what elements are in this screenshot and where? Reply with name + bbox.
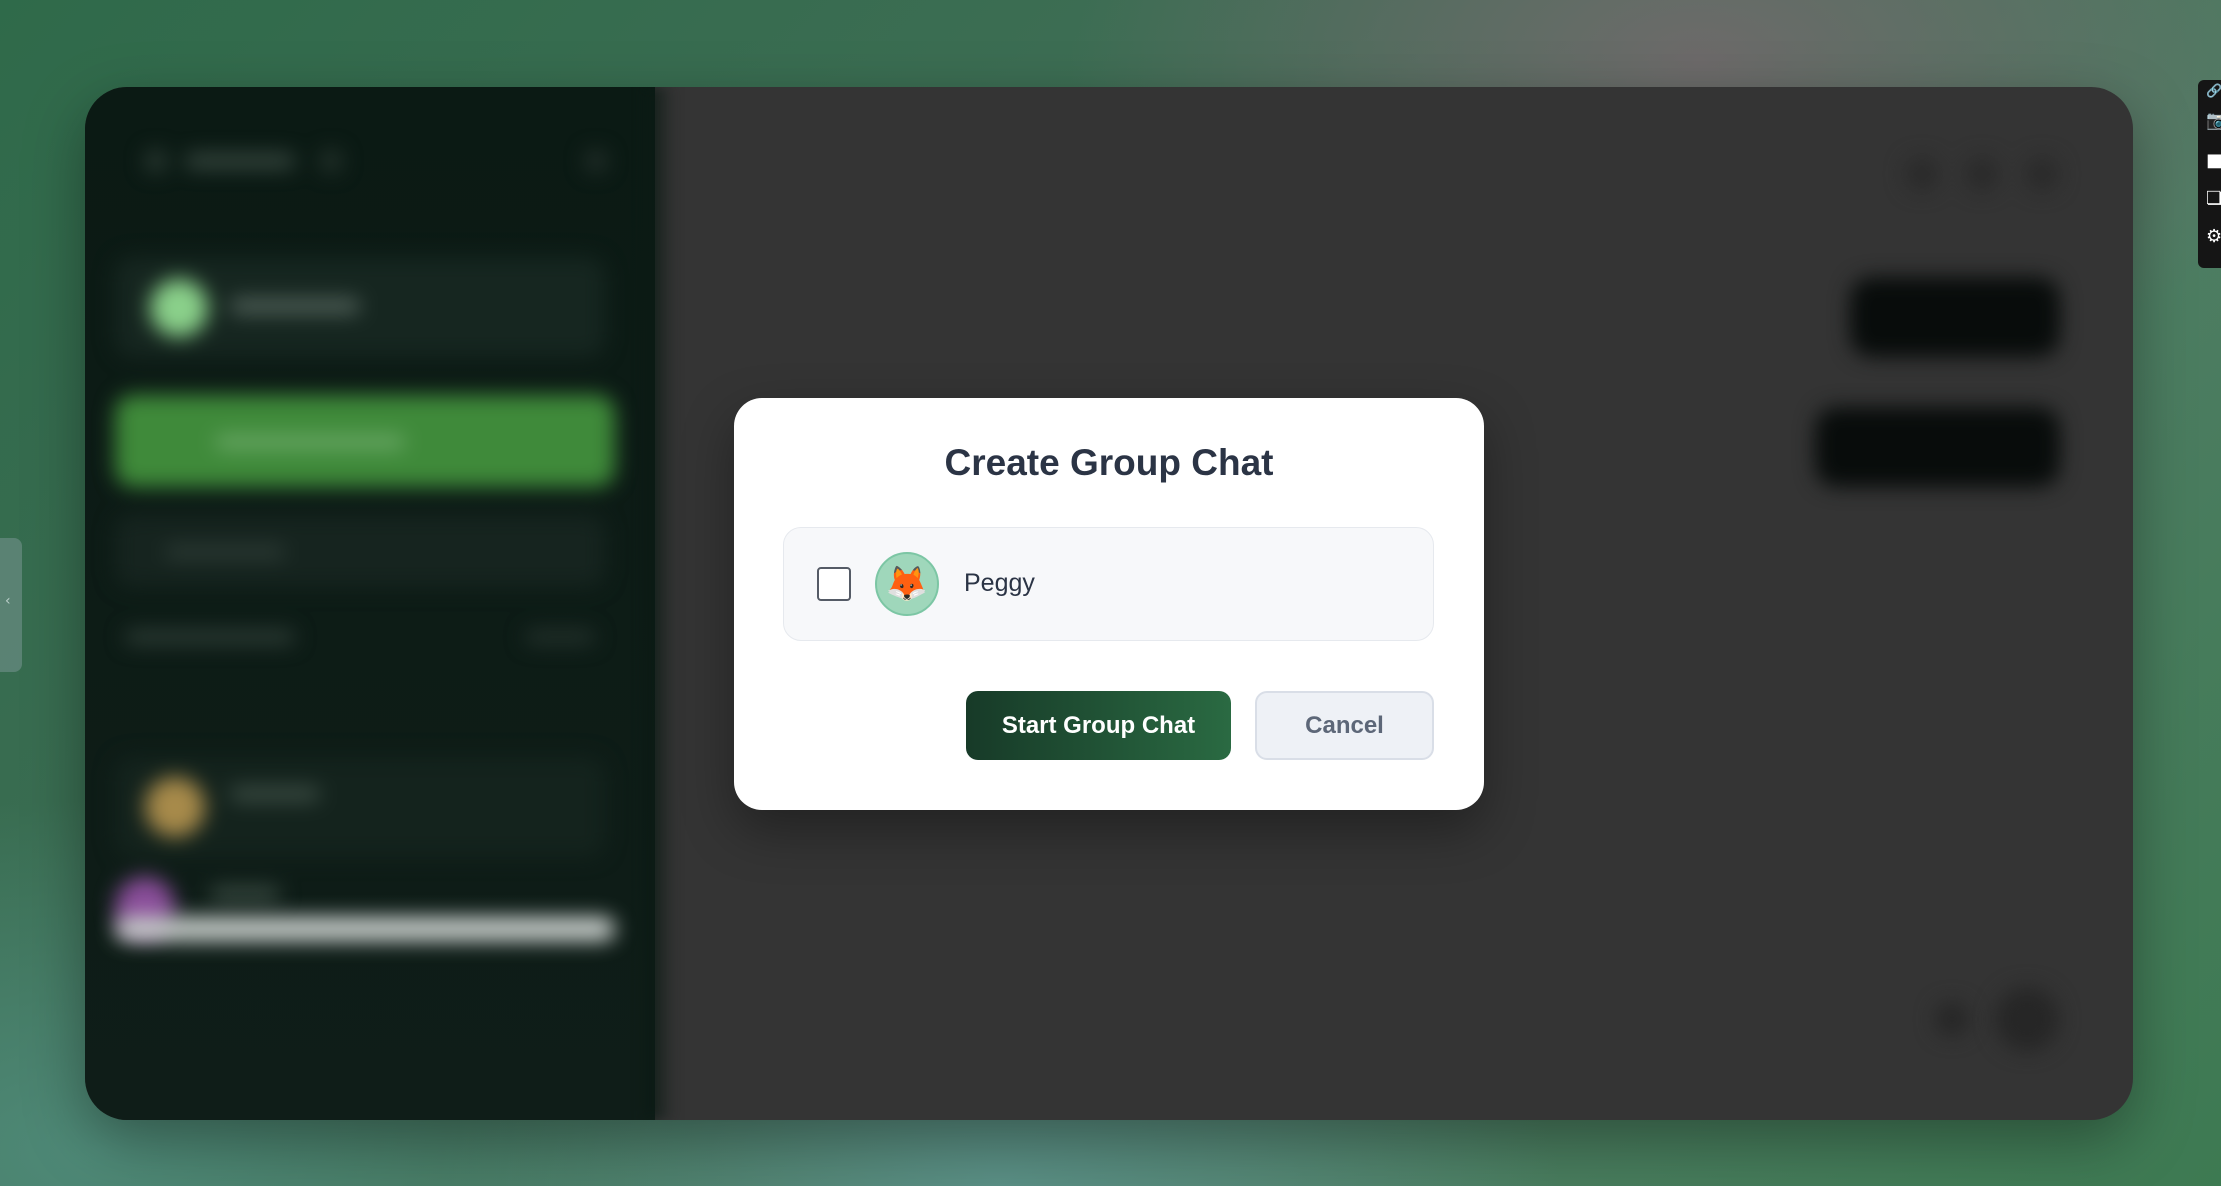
modal-title: Create Group Chat [944,442,1274,483]
contact-avatar [145,777,205,837]
attach-icon [1935,1002,1969,1036]
contact-name-placeholder [230,787,320,801]
cancel-button[interactable]: Cancel [1255,691,1434,760]
user-select-row[interactable]: 🦊 Peggy [783,527,1434,641]
sidebar-toggle-tab[interactable]: ‹ [0,538,22,672]
more-icon [2025,157,2059,191]
user-checkbox[interactable] [817,567,851,601]
sidebar-search [115,515,605,587]
sidebar-divider [645,87,675,1120]
sidebar [85,87,655,1120]
stop-icon[interactable]: ■ [2206,152,2221,170]
app-name-placeholder [185,154,295,168]
call-icon [1905,157,1939,191]
fox-avatar-icon: 🦊 [875,552,939,616]
status-icon [320,150,342,172]
send-icon [1995,987,2059,1051]
sidebar-contact-item [115,857,605,957]
new-chat-label-placeholder [215,435,405,449]
section-action-placeholder [525,630,595,644]
create-group-chat-modal: Create Group Chat 🦊 Peggy Start Group Ch… [734,398,1484,810]
camera-icon[interactable]: 📷 [2206,112,2221,130]
profile-card [115,257,605,357]
profile-avatar [150,279,208,337]
link-icon[interactable]: 🔗 [2206,83,2221,101]
logo-icon [145,150,167,172]
message-bubble [1850,277,2060,357]
user-name: Peggy [964,569,1035,597]
video-icon [1965,157,1999,191]
profile-name-placeholder [230,299,360,313]
chevron-left-icon: ‹ [5,593,11,609]
menu-icon [585,150,607,172]
new-chat-button [115,395,615,487]
sidebar-section-header [125,627,595,647]
gear-icon[interactable]: ⚙ [2206,228,2221,246]
sidebar-topbar [135,132,615,192]
section-title-placeholder [125,630,295,644]
copy-icon[interactable]: ❏ [2206,190,2221,208]
sidebar-contact-item [115,757,605,857]
contact-name-placeholder [210,887,280,901]
sidebar-scrollbar [115,917,615,941]
message-bubble [1815,407,2060,487]
search-placeholder [165,545,285,559]
start-group-chat-button[interactable]: Start Group Chat [966,691,1231,760]
tool-strip: 🔗 📷 ■ ❏ ⚙ [2198,80,2221,268]
